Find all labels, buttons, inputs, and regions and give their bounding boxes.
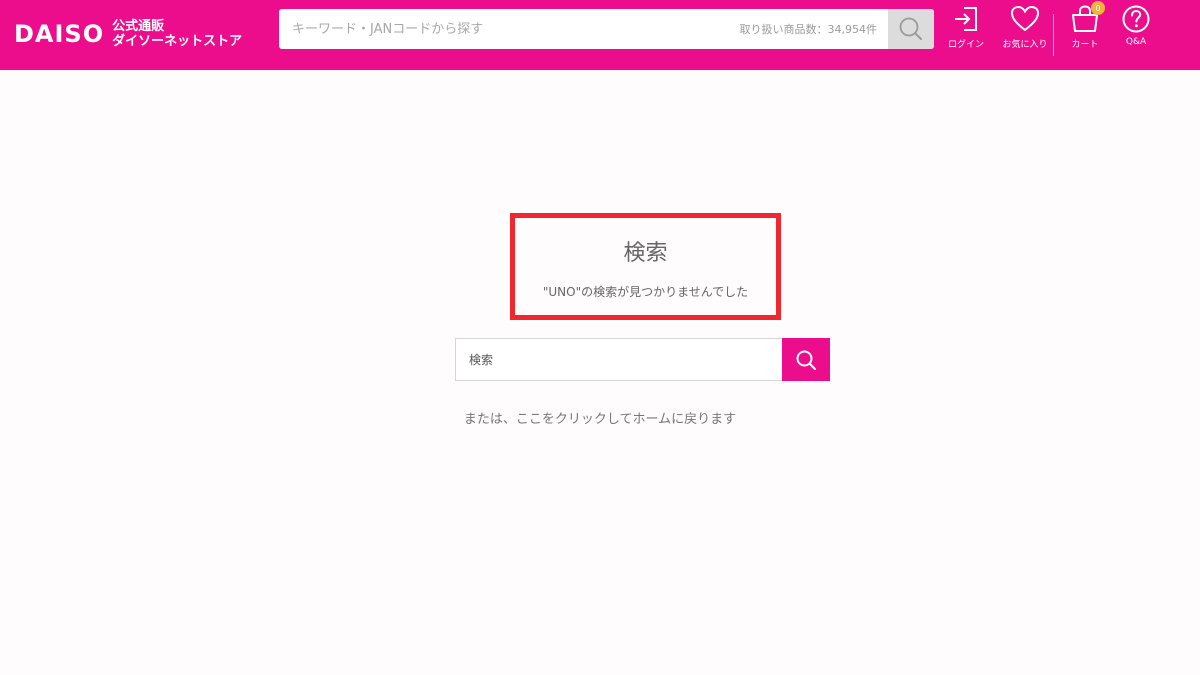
heart-icon	[1010, 5, 1040, 32]
qa-button[interactable]: Q&A	[1108, 4, 1164, 60]
page-search-input[interactable]	[455, 338, 783, 381]
search-result-highlight: 検索 "UNO"の検索が見つかりませんでした	[510, 213, 781, 320]
search-icon	[899, 17, 922, 40]
qa-label: Q&A	[1125, 37, 1147, 47]
page-search-form	[455, 338, 831, 381]
item-count: 取り扱い商品数：34,954件	[739, 23, 878, 36]
logo-line2: ダイソーネットストア	[112, 34, 243, 49]
header-search-button[interactable]	[888, 9, 934, 49]
page-title: 検索	[623, 241, 668, 266]
cart-label: カート	[1071, 40, 1099, 50]
header-divider	[1053, 14, 1054, 56]
question-icon	[1122, 5, 1150, 33]
no-results-message: "UNO"の検索が見つかりませんでした	[542, 285, 749, 299]
favorites-label: お気に入り	[1002, 40, 1048, 50]
site-header: DAISO 公式通販 ダイソーネットストア 取り扱い商品数：34,954件 ログ…	[0, 0, 1200, 70]
login-button[interactable]: ログイン	[938, 4, 994, 60]
login-label: ログイン	[947, 40, 984, 50]
login-icon	[955, 7, 977, 31]
logo-line1: 公式通販	[112, 19, 165, 34]
logo-mark: DAISO	[14, 20, 105, 48]
header-search-input[interactable]	[279, 9, 709, 49]
favorites-button[interactable]: お気に入り	[997, 4, 1053, 60]
page-search-button[interactable]	[782, 338, 830, 381]
search-icon	[796, 350, 817, 370]
logo-text: 公式通販 ダイソーネットストア	[112, 19, 242, 49]
header-search-bar: 取り扱い商品数：34,954件	[279, 9, 934, 49]
cart-button[interactable]: 0 カート	[1057, 1, 1113, 60]
cart-badge: 0	[1091, 1, 1105, 15]
daiso-logo[interactable]: DAISO 公式通販 ダイソーネットストア	[14, 12, 242, 56]
back-to-home-link[interactable]: または、ここをクリックしてホームに戻ります	[0, 408, 1200, 427]
